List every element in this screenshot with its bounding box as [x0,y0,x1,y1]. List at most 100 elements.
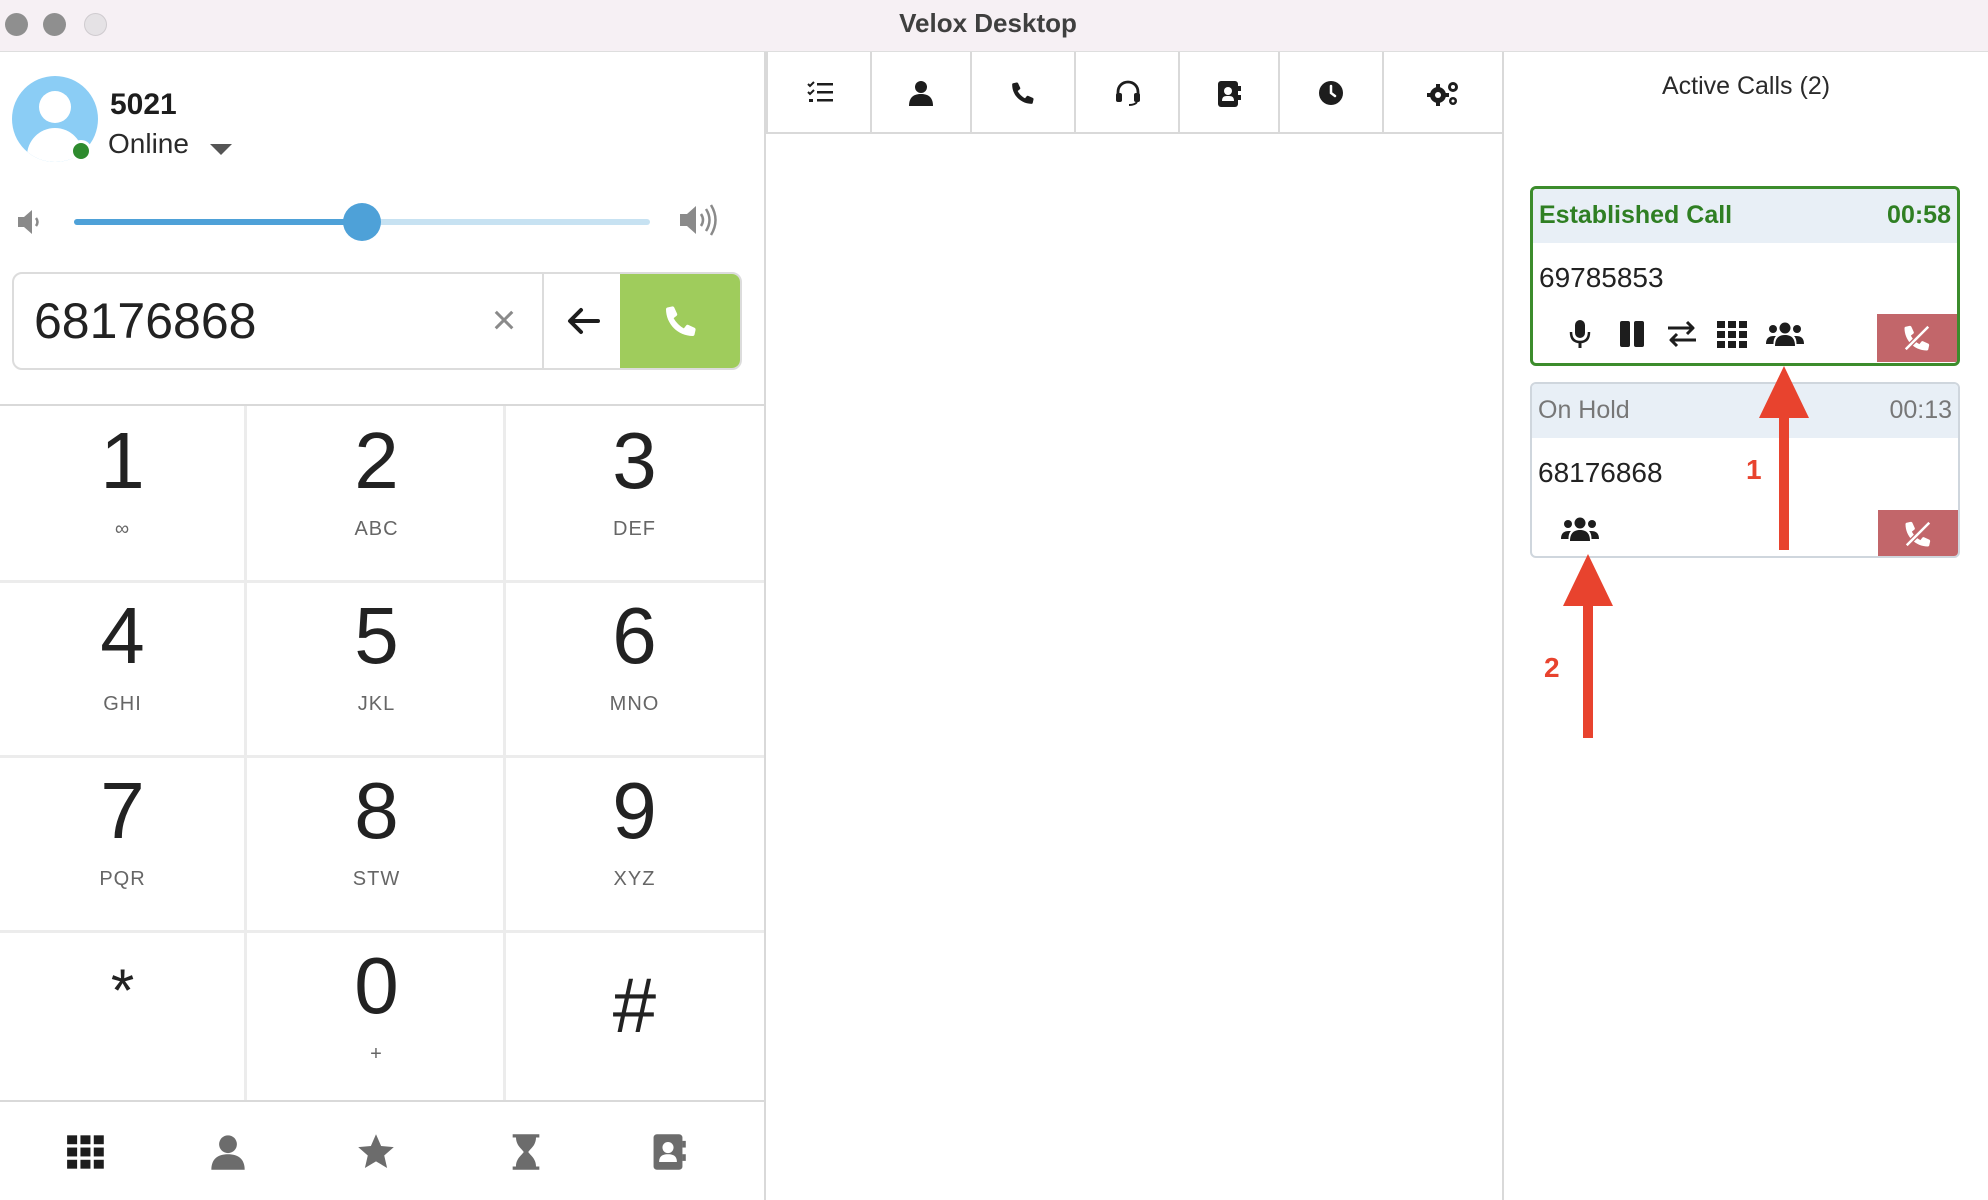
key-3[interactable]: 3 DEF [512,406,757,576]
tab-agent[interactable] [1076,52,1180,132]
key-digit: 4 [100,591,145,680]
title-bar: Velox Desktop [0,0,1988,52]
hangup-button[interactable] [1878,510,1958,556]
key-hash[interactable]: # [512,931,757,1101]
toolbar [766,52,1502,134]
key-9[interactable]: 9 XYZ [512,756,757,926]
dialer-panel: 5021 Online × [0,52,766,1200]
key-letters: ∞ [114,518,131,540]
chevron-down-icon[interactable] [210,144,232,155]
key-digit: 8 [354,766,399,855]
call-duration: 00:13 [1889,396,1952,424]
address-book-icon[interactable] [648,1132,688,1172]
status-dropdown[interactable]: Online [108,128,189,160]
key-letters: XYZ [613,868,656,890]
arrow-left-icon [568,308,600,334]
key-star[interactable]: * [0,931,245,1101]
extension-number: 5021 [110,88,177,121]
tab-tasks[interactable] [768,52,872,132]
clear-icon[interactable]: × [484,299,524,341]
tab-address-book[interactable] [1180,52,1280,132]
keypad: 1 ∞ 2 ABC 3 DEF 4 GHI 5 JKL 6 MNO 7 PQR … [0,404,764,1102]
key-letters: GHI [103,693,142,715]
call-number: 68176868 [1538,457,1663,488]
checklist-icon [807,81,833,102]
call-card-header: On Hold 00:13 [1532,384,1958,438]
headset-icon [1116,80,1140,106]
tab-settings[interactable] [1384,52,1504,132]
key-letters: ABC [354,518,399,540]
key-digit: 5 [354,591,399,680]
tab-contacts[interactable] [872,52,972,132]
annotation-label-2: 2 [1544,652,1560,683]
pause-icon[interactable] [1615,317,1649,351]
key-1[interactable]: 1 ∞ [0,406,245,576]
key-digit: 7 [100,766,145,855]
key-letters: JKL [357,693,396,715]
call-number: 69785853 [1539,262,1664,293]
keypad-divider [503,406,506,1100]
microphone-icon[interactable] [1563,317,1597,351]
address-book-icon [1218,81,1241,107]
key-letters: MNO [609,693,660,715]
call-state: On Hold [1538,396,1630,424]
contact-icon[interactable] [208,1132,248,1172]
key-8[interactable]: 8 STW [254,756,499,926]
key-letters: + [370,1043,383,1065]
dialpad-icon[interactable] [1715,317,1749,351]
key-digit: 2 [354,416,399,505]
active-calls-panel: Active Calls (2) Established Call 00:58 … [1504,52,1988,1200]
phone-icon [666,306,696,336]
key-letters: DEF [613,518,656,540]
key-0[interactable]: 0 + [254,931,499,1101]
established-call-card[interactable]: Established Call 00:58 69785853 [1530,186,1960,366]
volume-low-icon[interactable] [16,208,46,236]
key-4[interactable]: 4 GHI [0,581,245,751]
window-title: Velox Desktop [899,8,1077,38]
key-letters: PQR [99,868,146,890]
tab-history[interactable] [1280,52,1384,132]
volume-slider-thumb[interactable] [343,203,381,241]
key-digit: # [612,961,657,1049]
key-2[interactable]: 2 ABC [254,406,499,576]
avatar-head [39,91,71,123]
hourglass-icon[interactable] [506,1132,546,1172]
active-calls-title: Active Calls (2) [1661,72,1831,100]
key-6[interactable]: 6 MNO [512,581,757,751]
end-call-icon [1904,520,1932,548]
bottom-nav [0,1102,764,1200]
keypad-icon[interactable] [66,1132,106,1172]
key-digit: 6 [612,591,657,680]
hangup-button[interactable] [1877,314,1957,362]
backspace-button[interactable] [542,274,620,368]
on-hold-call-card[interactable]: On Hold 00:13 68176868 [1530,382,1960,558]
annotation-arrow-1 [1759,366,1809,550]
volume-high-icon[interactable] [678,202,720,238]
key-5[interactable]: 5 JKL [254,581,499,751]
tab-calls[interactable] [972,52,1076,132]
call-state: Established Call [1539,201,1733,229]
conference-icon[interactable] [1560,512,1600,546]
volume-slider-fill [74,219,362,225]
key-digit: * [110,957,135,1024]
key-digit: 1 [100,416,145,505]
key-7[interactable]: 7 PQR [0,756,245,926]
key-digit: 9 [612,766,657,855]
transfer-icon[interactable] [1665,317,1699,351]
volume-slider[interactable] [74,203,650,241]
key-letters: STW [352,868,401,890]
call-duration: 00:58 [1887,201,1951,229]
dial-number-input[interactable] [14,274,524,368]
main-content [766,52,1504,1200]
user-icon [909,81,933,106]
star-icon[interactable] [356,1132,396,1172]
gears-icon [1427,82,1458,106]
call-button[interactable] [620,274,740,368]
call-card-header: Established Call 00:58 [1533,189,1957,243]
annotation-label-1: 1 [1746,454,1762,485]
key-digit: 0 [354,941,399,1030]
end-call-icon [1903,324,1931,352]
clock-icon [1319,81,1343,105]
dial-box: × [12,272,742,370]
conference-icon[interactable] [1765,317,1805,351]
